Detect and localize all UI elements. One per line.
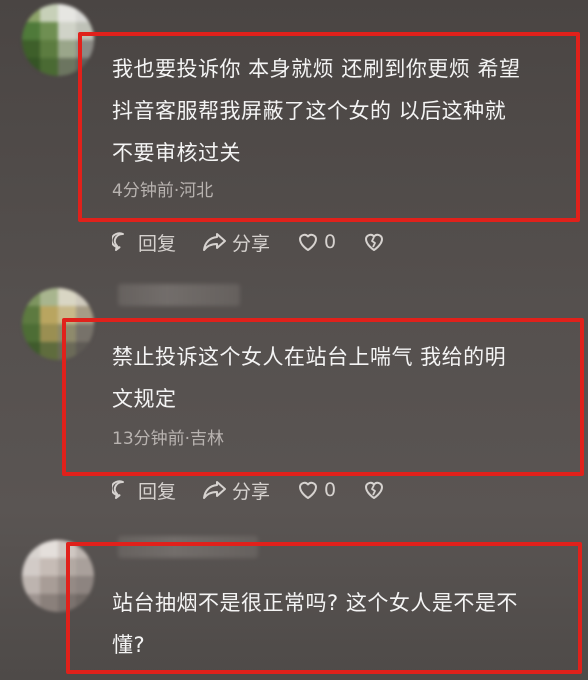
broken-heart-icon (365, 481, 384, 499)
comment-line: 禁止投诉这个女人在站台上喘气 我给的明 (112, 345, 507, 369)
comment-text: 禁止投诉这个女人在站台上喘气 我给的明 文规定 (112, 336, 572, 420)
dislike-button[interactable] (362, 479, 390, 501)
broken-heart-icon (365, 233, 384, 251)
reply-button[interactable]: 回复 (112, 477, 176, 504)
reply-label: 回复 (138, 480, 177, 503)
like-button[interactable]: 0 (296, 479, 336, 501)
comment-line: 文规定 (112, 387, 177, 411)
comment-meta: 13分钟前·吉林 (112, 429, 225, 449)
comment-actions: 回复 分享 0 (112, 228, 390, 256)
comment-line: 站台抽烟不是很正常吗? 这个女人是不是不 (112, 591, 518, 615)
heart-icon (299, 481, 318, 499)
comment-line: 懂? (112, 633, 146, 657)
reply-button[interactable]: 回复 (112, 229, 176, 256)
comment-line: 不要审核过关 (112, 141, 241, 165)
share-arrow-icon (203, 233, 227, 251)
like-count: 0 (324, 231, 337, 253)
dislike-button[interactable] (362, 231, 390, 253)
share-button[interactable]: 分享 (202, 477, 270, 504)
share-label: 分享 (232, 480, 271, 503)
comment-actions: 回复 分享 0 (112, 476, 390, 504)
comment-text: 站台抽烟不是很正常吗? 这个女人是不是不 懂? (112, 582, 572, 666)
comment-bubble-icon (112, 232, 124, 251)
comment-bubble-icon (112, 480, 124, 499)
comment-text: 我也要投诉你 本身就烦 还刷到你更烦 希望 抖音客服帮我屏蔽了这个女的 以后这种… (112, 48, 572, 174)
comment-meta: 4分钟前·河北 (112, 181, 214, 201)
share-label: 分享 (232, 232, 271, 255)
like-button[interactable]: 0 (296, 231, 336, 253)
comment-line: 抖音客服帮我屏蔽了这个女的 以后这种就 (112, 99, 507, 123)
heart-icon (299, 233, 318, 251)
username-blurred (118, 284, 240, 306)
comment-line: 我也要投诉你 本身就烦 还刷到你更烦 希望 (112, 57, 521, 81)
share-button[interactable]: 分享 (202, 229, 270, 256)
reply-label: 回复 (138, 232, 177, 255)
like-count: 0 (324, 479, 337, 501)
share-arrow-icon (203, 481, 227, 499)
